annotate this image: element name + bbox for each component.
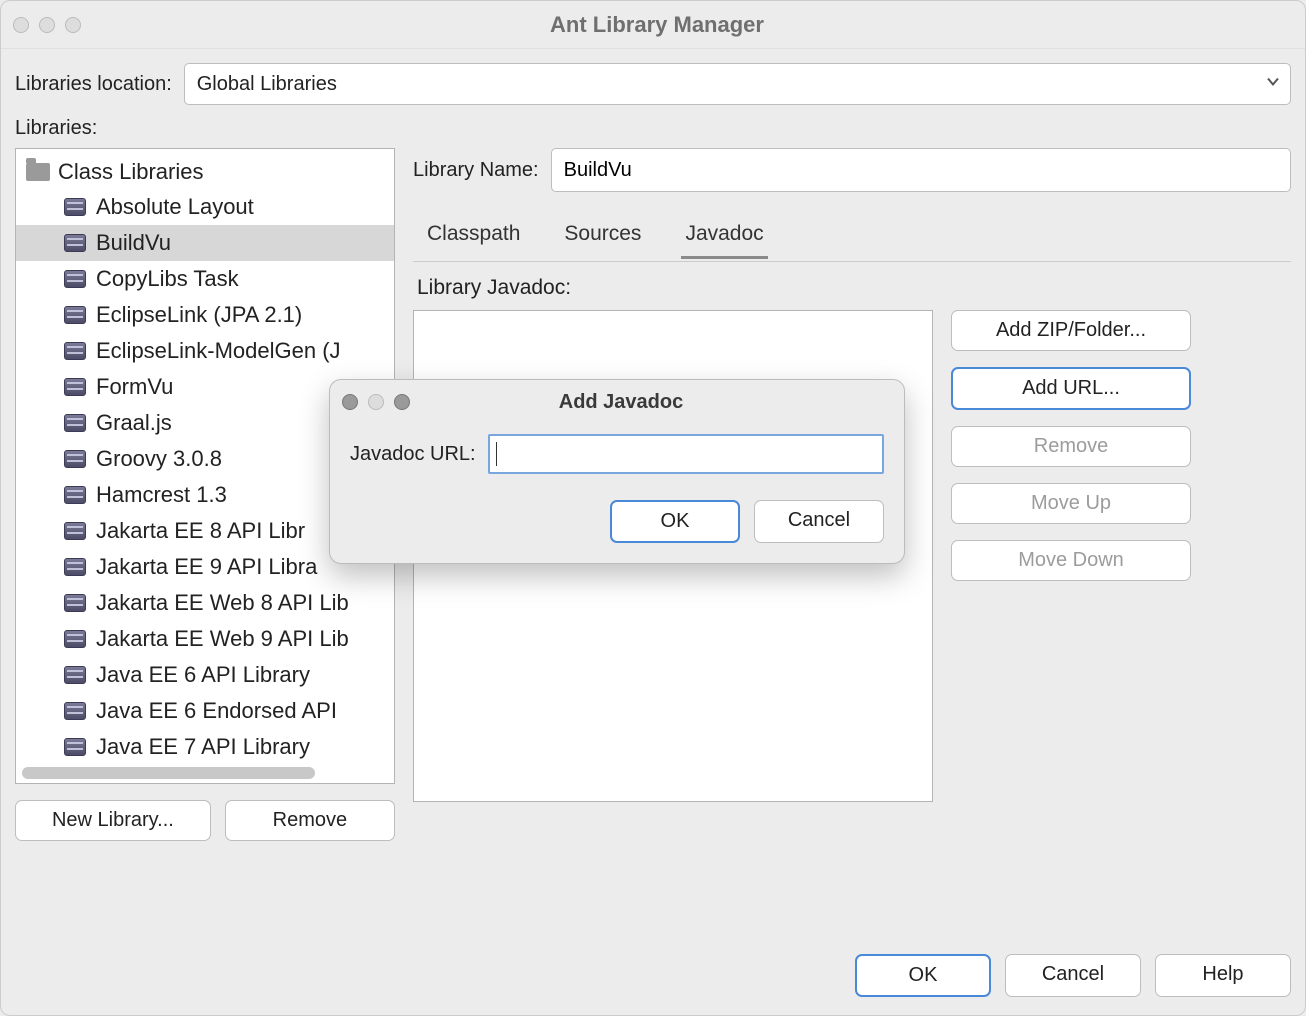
library-icon — [64, 630, 86, 648]
tree-item-jakarta-ee-web8[interactable]: Jakarta EE Web 8 API Lib — [16, 585, 394, 621]
tree-item-label: EclipseLink-ModelGen (J — [96, 338, 341, 364]
horizontal-scrollbar[interactable] — [22, 767, 388, 779]
scrollbar-thumb[interactable] — [22, 767, 315, 779]
tree-item-copylibs[interactable]: CopyLibs Task — [16, 261, 394, 297]
tree-item-eclipselink-jpa[interactable]: EclipseLink (JPA 2.1) — [16, 297, 394, 333]
maximize-window-icon[interactable] — [65, 17, 81, 33]
tree-item-javaee7-api[interactable]: Java EE 7 API Library — [16, 729, 394, 765]
library-icon — [64, 234, 86, 252]
tree-item-buildvu[interactable]: BuildVu — [16, 225, 394, 261]
tree-item-label: Jakarta EE 8 API Libr — [96, 518, 305, 544]
tree-item-label: Hamcrest 1.3 — [96, 482, 227, 508]
ok-button[interactable]: OK — [855, 954, 991, 997]
tree-item-jakarta-ee-web9[interactable]: Jakarta EE Web 9 API Lib — [16, 621, 394, 657]
tree-item-label: Graal.js — [96, 410, 172, 436]
remove-javadoc-button[interactable]: Remove — [951, 426, 1191, 467]
tree-root-label: Class Libraries — [58, 159, 204, 185]
dialog-ok-button[interactable]: OK — [610, 500, 740, 543]
dialog-minimize-icon — [368, 394, 384, 410]
close-window-icon[interactable] — [13, 17, 29, 33]
library-icon — [64, 594, 86, 612]
libraries-label: Libraries: — [15, 117, 97, 139]
library-icon — [64, 270, 86, 288]
tab-sources[interactable]: Sources — [560, 216, 645, 259]
library-icon — [64, 558, 86, 576]
add-url-button[interactable]: Add URL... — [951, 367, 1191, 410]
move-down-button[interactable]: Move Down — [951, 540, 1191, 581]
chevron-down-icon — [1265, 73, 1281, 96]
footer-buttons: OK Cancel Help — [855, 954, 1291, 997]
tabs: Classpath Sources Javadoc — [413, 216, 1291, 259]
tree-item-label: FormVu — [96, 374, 173, 400]
remove-library-button[interactable]: Remove — [225, 800, 395, 841]
cancel-button[interactable]: Cancel — [1005, 954, 1141, 997]
minimize-window-icon[interactable] — [39, 17, 55, 33]
tree-item-label: Jakarta EE Web 9 API Lib — [96, 626, 349, 652]
library-icon — [64, 738, 86, 756]
library-icon — [64, 378, 86, 396]
library-name-label: Library Name: — [413, 159, 539, 182]
library-icon — [64, 486, 86, 504]
dialog-titlebar: Add Javadoc — [330, 380, 904, 424]
tree-item-label: Jakarta EE Web 8 API Lib — [96, 590, 349, 616]
dialog-title: Add Javadoc — [410, 391, 832, 414]
library-icon — [64, 306, 86, 324]
libraries-location-value: Global Libraries — [197, 73, 337, 96]
tree-item-javaee6-endorsed[interactable]: Java EE 6 Endorsed API — [16, 693, 394, 729]
javadoc-url-input[interactable] — [488, 434, 884, 474]
library-icon — [64, 198, 86, 216]
tree-item-eclipselink-modelgen[interactable]: EclipseLink-ModelGen (J — [16, 333, 394, 369]
tree-item-label: Absolute Layout — [96, 194, 254, 220]
tree-item-label: Groovy 3.0.8 — [96, 446, 222, 472]
dialog-maximize-icon[interactable] — [394, 394, 410, 410]
window-controls — [13, 17, 81, 33]
move-up-button[interactable]: Move Up — [951, 483, 1191, 524]
tree-item-label: EclipseLink (JPA 2.1) — [96, 302, 302, 328]
library-icon — [64, 522, 86, 540]
dialog-cancel-button[interactable]: Cancel — [754, 500, 884, 543]
libraries-location-label: Libraries location: — [15, 73, 172, 96]
tab-javadoc[interactable]: Javadoc — [681, 216, 767, 259]
library-icon — [64, 666, 86, 684]
main-window: Ant Library Manager Libraries location: … — [0, 0, 1306, 1016]
library-icon — [64, 414, 86, 432]
tree-item-absolute-layout[interactable]: Absolute Layout — [16, 189, 394, 225]
titlebar: Ant Library Manager — [1, 1, 1305, 49]
tree-item-label: Java EE 6 API Library — [96, 662, 310, 688]
library-icon — [64, 342, 86, 360]
tree-item-label: Jakarta EE 9 API Libra — [96, 554, 317, 580]
text-cursor — [496, 442, 497, 466]
tree-item-label: Java EE 7 API Library — [96, 734, 310, 760]
add-javadoc-dialog: Add Javadoc Javadoc URL: OK Cancel — [329, 379, 905, 564]
dialog-close-icon[interactable] — [342, 394, 358, 410]
tree-item-label: CopyLibs Task — [96, 266, 239, 292]
libraries-location-combo[interactable]: Global Libraries — [184, 63, 1291, 105]
add-zip-folder-button[interactable]: Add ZIP/Folder... — [951, 310, 1191, 351]
tree-item-label: BuildVu — [96, 230, 171, 256]
new-library-button[interactable]: New Library... — [15, 800, 211, 841]
tree-root-class-libraries[interactable]: Class Libraries — [16, 155, 394, 189]
library-icon — [64, 702, 86, 720]
folder-icon — [26, 163, 50, 181]
tree-item-javaee6-api[interactable]: Java EE 6 API Library — [16, 657, 394, 693]
javadoc-url-label: Javadoc URL: — [350, 443, 476, 466]
library-javadoc-label: Library Javadoc: — [413, 276, 1291, 300]
help-button[interactable]: Help — [1155, 954, 1291, 997]
tab-divider — [413, 261, 1291, 262]
tab-classpath[interactable]: Classpath — [423, 216, 524, 259]
library-icon — [64, 450, 86, 468]
window-title: Ant Library Manager — [81, 12, 1233, 38]
library-name-input[interactable] — [551, 148, 1291, 192]
tree-item-label: Java EE 6 Endorsed API — [96, 698, 337, 724]
